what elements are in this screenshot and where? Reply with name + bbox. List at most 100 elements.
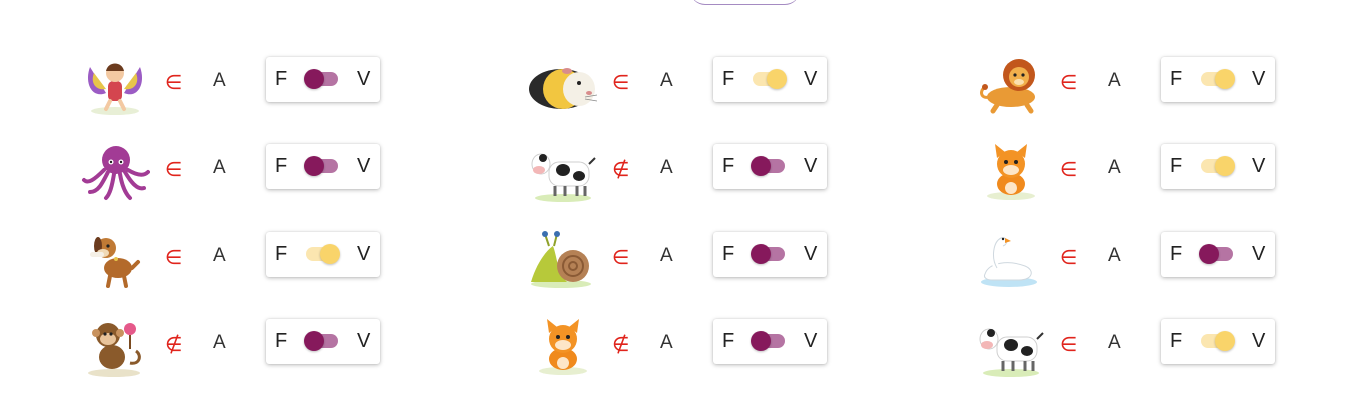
exercise-grid: ∈ A F V ∈ A F V ∈ A F V ∉ A F V ∈ A F V …: [0, 0, 1364, 414]
exercise-row: ∈ A F V: [80, 53, 400, 115]
true-false-switch: F V: [1161, 57, 1275, 102]
relation-symbol: ∉: [612, 332, 630, 356]
true-false-switch: F V: [713, 319, 827, 364]
set-label: A: [1108, 245, 1121, 266]
set-label: A: [1108, 157, 1121, 178]
exercise-row: ∈ A F V: [975, 228, 1295, 288]
false-label: F: [1170, 330, 1183, 352]
false-label: F: [722, 68, 735, 90]
toggle-switch[interactable]: [1199, 244, 1233, 264]
true-false-switch: F V: [266, 144, 380, 189]
relation-symbol: ∈: [165, 157, 183, 181]
exercise-row: ∈ A F V: [975, 315, 1295, 377]
toggle-switch[interactable]: [304, 69, 338, 89]
toggle-switch[interactable]: [751, 331, 785, 351]
true-label: V: [804, 243, 818, 265]
cat-icon: [975, 140, 1045, 204]
relation-symbol: ∈: [612, 245, 630, 269]
swan-icon: [975, 228, 1045, 292]
column-3: ∈ A F V ∈ A F V ∈ A F V ∈ A F V: [975, 0, 1315, 414]
exercise-row: ∉ A F V: [527, 140, 847, 202]
true-false-switch: F V: [713, 144, 827, 189]
true-false-switch: F V: [1161, 232, 1275, 277]
toggle-knob: [751, 244, 771, 264]
exercise-row: ∈ A F V: [80, 140, 400, 200]
false-label: F: [275, 243, 288, 265]
toggle-knob: [1215, 331, 1235, 351]
monkey-icon: [80, 315, 150, 379]
exercise-row: ∈ A F V: [975, 53, 1295, 114]
false-label: F: [722, 155, 735, 177]
relation-symbol: ∈: [1060, 245, 1078, 269]
lion-icon: [975, 53, 1045, 117]
false-label: F: [1170, 155, 1183, 177]
toggle-knob: [304, 331, 324, 351]
relation-symbol: ∈: [612, 70, 630, 94]
toggle-knob: [320, 244, 340, 264]
toggle-knob: [1215, 156, 1235, 176]
true-label: V: [357, 155, 371, 177]
true-false-switch: F V: [713, 57, 827, 102]
relation-symbol: ∉: [165, 332, 183, 356]
toggle-knob: [751, 331, 771, 351]
column-1: ∈ A F V ∈ A F V ∈ A F V ∉ A F V: [80, 0, 420, 414]
true-false-switch: F V: [266, 319, 380, 364]
false-label: F: [275, 68, 288, 90]
exercise-row: ∉ A F V: [80, 315, 400, 377]
toggle-switch[interactable]: [751, 156, 785, 176]
toggle-knob: [1215, 69, 1235, 89]
exercise-row: ∈ A F V: [527, 228, 847, 288]
snail-icon: [527, 228, 597, 292]
toggle-knob: [304, 69, 324, 89]
false-label: F: [1170, 243, 1183, 265]
set-label: A: [660, 70, 673, 91]
exercise-row: ∈ A F V: [80, 228, 400, 288]
page: ∈ A F V ∈ A F V ∈ A F V ∉ A F V ∈ A F V …: [0, 0, 1364, 414]
true-label: V: [804, 68, 818, 90]
true-label: V: [357, 243, 371, 265]
toggle-switch[interactable]: [304, 156, 338, 176]
set-label: A: [213, 332, 226, 353]
true-false-switch: F V: [713, 232, 827, 277]
set-label: A: [1108, 70, 1121, 91]
set-label: A: [213, 157, 226, 178]
true-false-switch: F V: [1161, 144, 1275, 189]
toggle-switch[interactable]: [753, 69, 787, 89]
true-label: V: [357, 68, 371, 90]
relation-symbol: ∈: [1060, 157, 1078, 181]
exercise-row: ∉ A F V: [527, 315, 847, 375]
true-label: V: [804, 330, 818, 352]
fairy-icon: [80, 53, 150, 117]
true-label: V: [1252, 155, 1266, 177]
true-label: V: [1252, 68, 1266, 90]
set-label: A: [660, 157, 673, 178]
relation-symbol: ∈: [1060, 70, 1078, 94]
exercise-row: ∈ A F V: [527, 53, 847, 113]
relation-symbol: ∈: [165, 70, 183, 94]
toggle-knob: [1199, 244, 1219, 264]
true-label: V: [804, 155, 818, 177]
false-label: F: [275, 330, 288, 352]
toggle-switch[interactable]: [304, 331, 338, 351]
cow-icon: [975, 315, 1045, 379]
guinea-pig-icon: [527, 53, 597, 117]
toggle-knob: [304, 156, 324, 176]
true-false-switch: F V: [266, 232, 380, 277]
toggle-switch[interactable]: [751, 244, 785, 264]
toggle-knob: [767, 69, 787, 89]
toggle-switch[interactable]: [1201, 69, 1235, 89]
true-false-switch: F V: [266, 57, 380, 102]
false-label: F: [722, 243, 735, 265]
true-label: V: [1252, 243, 1266, 265]
toggle-knob: [751, 156, 771, 176]
column-2: ∈ A F V ∉ A F V ∈ A F V ∉ A F V: [527, 0, 867, 414]
exercise-row: ∈ A F V: [975, 140, 1295, 200]
octopus-icon: [80, 140, 150, 204]
dog-icon: [80, 228, 150, 292]
toggle-switch[interactable]: [306, 244, 340, 264]
relation-symbol: ∉: [612, 157, 630, 181]
toggle-switch[interactable]: [1201, 156, 1235, 176]
toggle-switch[interactable]: [1201, 331, 1235, 351]
relation-symbol: ∈: [165, 245, 183, 269]
set-label: A: [213, 70, 226, 91]
